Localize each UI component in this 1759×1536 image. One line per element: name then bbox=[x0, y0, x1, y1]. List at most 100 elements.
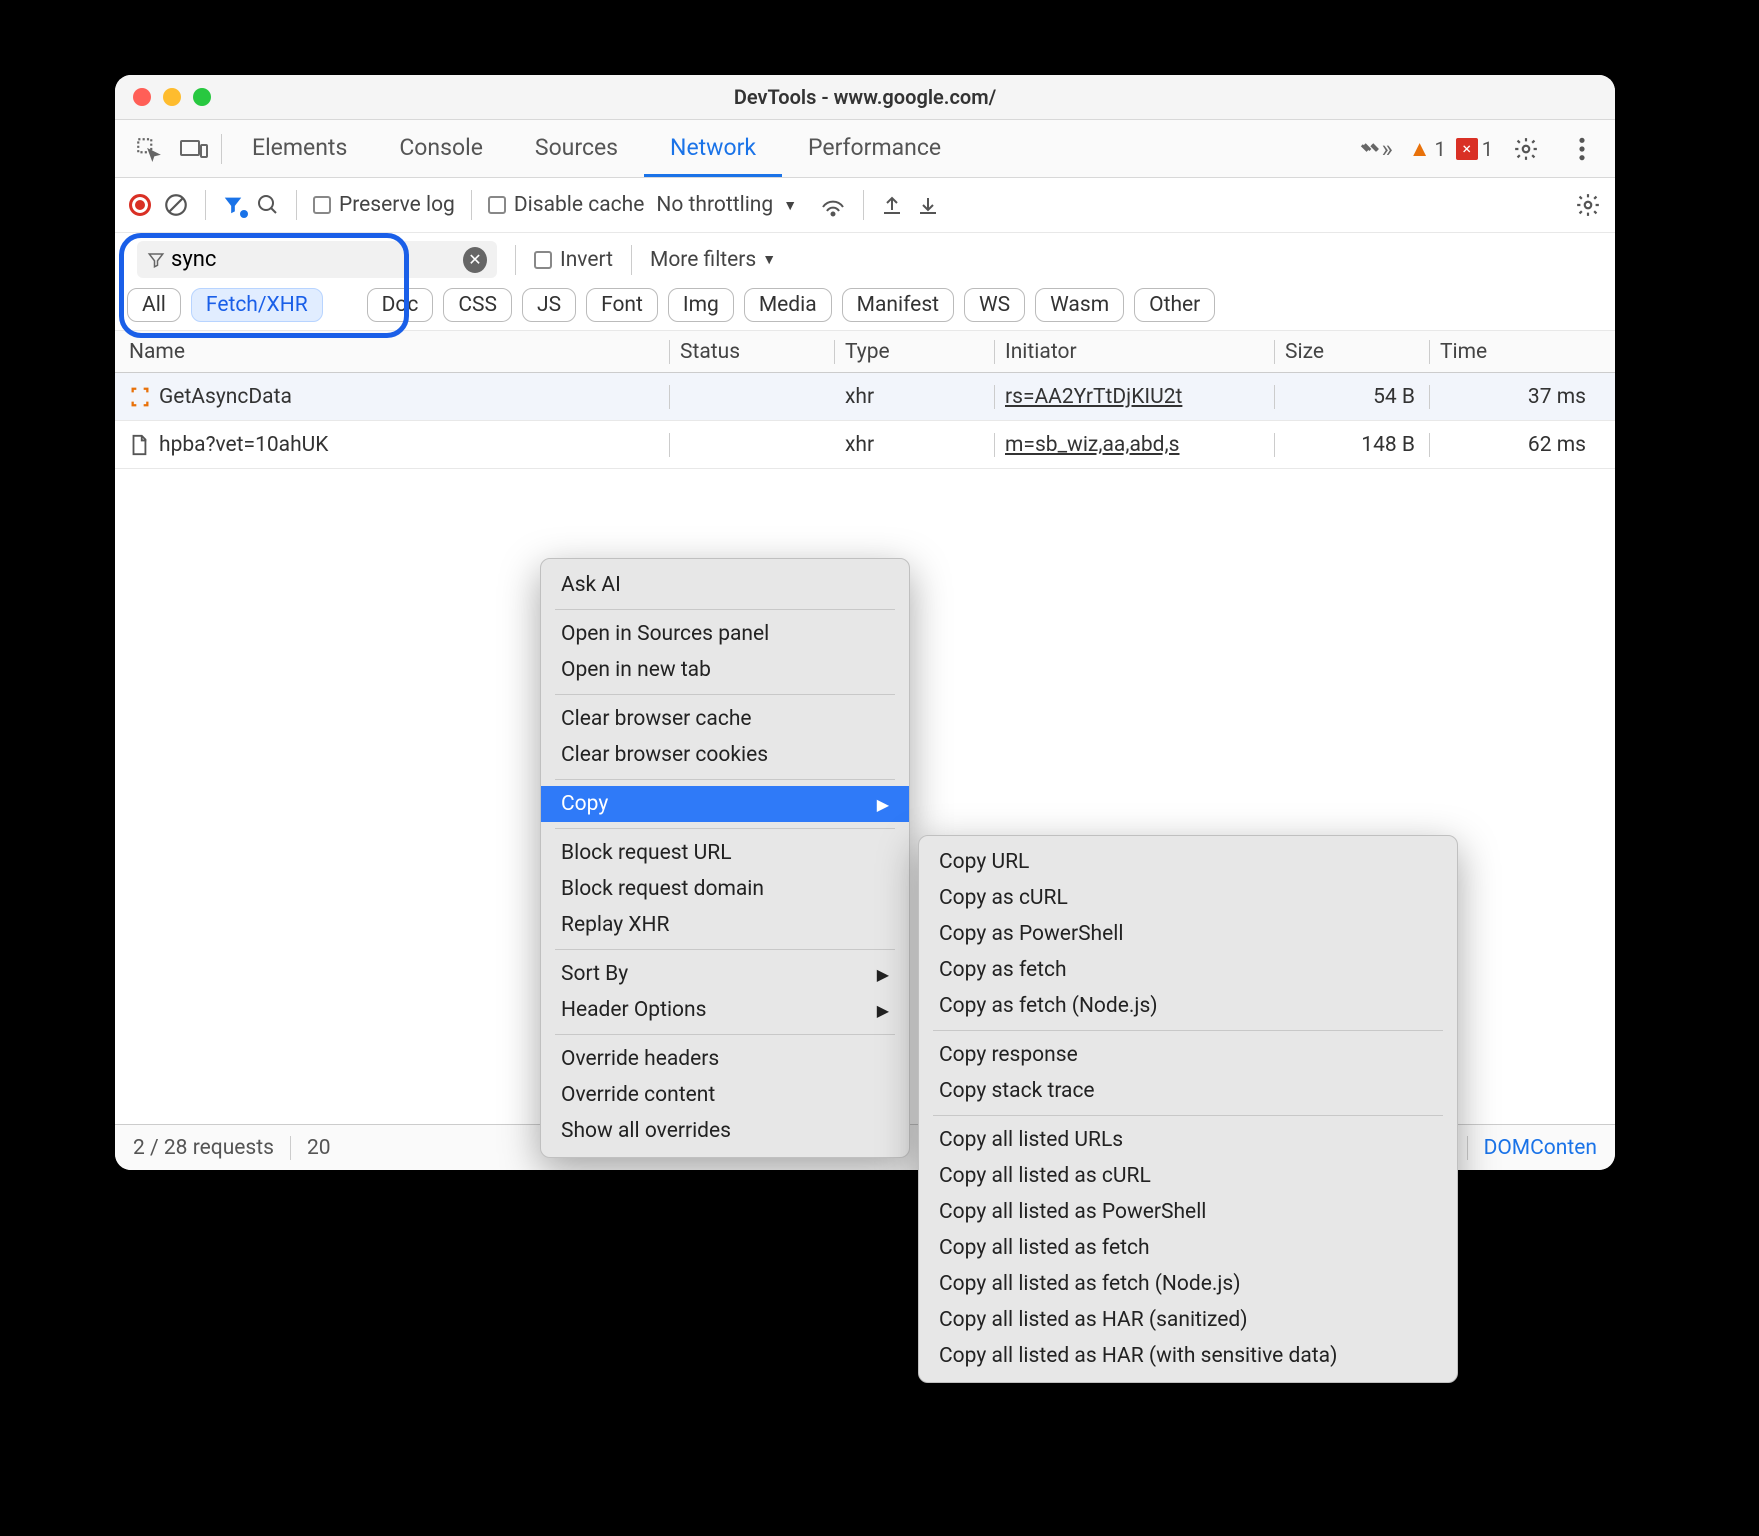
initiator-link[interactable]: rs=AA2YrTtDjKIU2t bbox=[995, 385, 1275, 409]
tab-console[interactable]: Console bbox=[373, 120, 509, 177]
menu-separator bbox=[555, 609, 895, 610]
menu-block-url[interactable]: Block request URL bbox=[541, 835, 909, 871]
menu-ask-ai[interactable]: Ask AI bbox=[541, 567, 909, 603]
warnings-badge[interactable]: ▲1 bbox=[1409, 136, 1446, 162]
submenu-item[interactable]: Copy as PowerShell bbox=[919, 916, 1457, 952]
submenu-item[interactable]: Copy all listed as cURL bbox=[919, 1158, 1457, 1194]
submenu-item[interactable]: Copy all listed as fetch bbox=[919, 1230, 1457, 1266]
titlebar: DevTools - www.google.com/ bbox=[115, 75, 1615, 120]
menu-open-new-tab[interactable]: Open in new tab bbox=[541, 652, 909, 688]
menu-show-overrides[interactable]: Show all overrides bbox=[541, 1113, 909, 1149]
separator bbox=[515, 245, 516, 275]
size-cell: 54 B bbox=[1275, 385, 1430, 409]
window-title: DevTools - www.google.com/ bbox=[115, 85, 1615, 109]
pill-img[interactable]: Img bbox=[668, 288, 734, 322]
menu-override-headers[interactable]: Override headers bbox=[541, 1041, 909, 1077]
pill-other[interactable]: Other bbox=[1134, 288, 1215, 322]
menu-separator bbox=[555, 694, 895, 695]
submenu-item[interactable]: Copy response bbox=[919, 1037, 1457, 1073]
pill-font[interactable]: Font bbox=[586, 288, 658, 322]
submenu-item[interactable]: Copy URL bbox=[919, 844, 1457, 880]
menu-override-content[interactable]: Override content bbox=[541, 1077, 909, 1113]
type-cell: xhr bbox=[835, 433, 995, 457]
menu-open-sources[interactable]: Open in Sources panel bbox=[541, 616, 909, 652]
submenu-item[interactable]: Copy all listed as HAR (sanitized) bbox=[919, 1302, 1457, 1338]
menu-clear-cache[interactable]: Clear browser cache bbox=[541, 701, 909, 737]
download-har-icon[interactable] bbox=[916, 193, 940, 217]
pill-wasm[interactable]: Wasm bbox=[1035, 288, 1124, 322]
separator bbox=[205, 190, 206, 220]
submenu-item[interactable]: Copy as fetch bbox=[919, 952, 1457, 988]
separator bbox=[1467, 1136, 1468, 1160]
network-toolbar: Preserve log Disable cache No throttling… bbox=[115, 178, 1615, 233]
table-row[interactable]: GetAsyncData xhr rs=AA2YrTtDjKIU2t 54 B … bbox=[115, 373, 1615, 421]
highlight-annotation bbox=[119, 233, 409, 338]
separator bbox=[296, 190, 297, 220]
disable-cache-checkbox[interactable]: Disable cache bbox=[488, 193, 645, 217]
search-icon[interactable] bbox=[256, 193, 280, 217]
invert-checkbox[interactable]: Invert bbox=[534, 248, 613, 272]
record-button[interactable] bbox=[129, 194, 151, 216]
tab-performance[interactable]: Performance bbox=[782, 120, 967, 177]
errors-badge[interactable]: ×1 bbox=[1456, 137, 1493, 161]
document-icon bbox=[129, 434, 151, 456]
submenu-item[interactable]: Copy all listed as HAR (with sensitive d… bbox=[919, 1338, 1457, 1374]
domcontentloaded-label: DOMConten bbox=[1484, 1136, 1597, 1160]
more-tabs-icon[interactable]: » bbox=[1359, 132, 1393, 166]
pill-manifest[interactable]: Manifest bbox=[842, 288, 954, 322]
submenu-item[interactable]: Copy all listed as PowerShell bbox=[919, 1194, 1457, 1230]
device-toggle-icon[interactable] bbox=[177, 132, 211, 166]
clear-filter-icon[interactable]: ✕ bbox=[463, 247, 487, 273]
submenu-item[interactable]: Copy as cURL bbox=[919, 880, 1457, 916]
network-conditions-icon[interactable] bbox=[819, 193, 847, 217]
table-row[interactable]: hpba?vet=10ahUK xhr m=sb_wiz,aa,abd,s 14… bbox=[115, 421, 1615, 469]
pill-js[interactable]: JS bbox=[522, 288, 576, 322]
menu-clear-cookies[interactable]: Clear browser cookies bbox=[541, 737, 909, 773]
inspect-icon[interactable] bbox=[131, 132, 165, 166]
network-settings-gear-icon[interactable] bbox=[1575, 192, 1601, 218]
tab-network[interactable]: Network bbox=[644, 120, 782, 177]
col-initiator[interactable]: Initiator bbox=[995, 340, 1275, 364]
col-status[interactable]: Status bbox=[670, 340, 835, 364]
tab-elements[interactable]: Elements bbox=[226, 120, 373, 177]
col-size[interactable]: Size bbox=[1275, 340, 1430, 364]
col-time[interactable]: Time bbox=[1430, 340, 1600, 364]
type-cell: xhr bbox=[835, 385, 995, 409]
fetch-icon bbox=[129, 386, 151, 408]
menu-separator bbox=[555, 828, 895, 829]
clear-button[interactable] bbox=[163, 192, 189, 218]
pill-css[interactable]: CSS bbox=[443, 288, 512, 322]
col-type[interactable]: Type bbox=[835, 340, 995, 364]
kebab-menu-icon[interactable] bbox=[1565, 132, 1599, 166]
menu-replay-xhr[interactable]: Replay XHR bbox=[541, 907, 909, 943]
submenu-item[interactable]: Copy stack trace bbox=[919, 1073, 1457, 1109]
transferred: 20 bbox=[307, 1136, 331, 1160]
upload-har-icon[interactable] bbox=[880, 193, 904, 217]
devtools-window: DevTools - www.google.com/ Elements Cons… bbox=[115, 75, 1615, 1170]
menu-separator bbox=[933, 1030, 1443, 1031]
menu-block-domain[interactable]: Block request domain bbox=[541, 871, 909, 907]
tab-sources[interactable]: Sources bbox=[509, 120, 644, 177]
submenu-item[interactable]: Copy all listed as fetch (Node.js) bbox=[919, 1266, 1457, 1302]
panel-tabs: Elements Console Sources Network Perform… bbox=[115, 120, 1615, 178]
time-cell: 37 ms bbox=[1430, 385, 1600, 409]
chevron-right-icon: ▶ bbox=[877, 965, 889, 984]
filter-toggle-icon[interactable] bbox=[222, 194, 244, 216]
preserve-log-checkbox[interactable]: Preserve log bbox=[313, 193, 455, 217]
separator bbox=[221, 134, 222, 164]
pill-media[interactable]: Media bbox=[744, 288, 832, 322]
menu-copy[interactable]: Copy▶ bbox=[541, 786, 909, 822]
throttling-dropdown[interactable]: No throttling▼ bbox=[656, 193, 797, 217]
submenu-item[interactable]: Copy all listed URLs bbox=[919, 1122, 1457, 1158]
initiator-link[interactable]: m=sb_wiz,aa,abd,s bbox=[995, 433, 1275, 457]
chevron-right-icon: ▶ bbox=[877, 795, 889, 814]
settings-gear-icon[interactable] bbox=[1509, 132, 1543, 166]
pill-ws[interactable]: WS bbox=[964, 288, 1025, 322]
more-filters-dropdown[interactable]: More filters ▼ bbox=[650, 248, 776, 272]
submenu-item[interactable]: Copy as fetch (Node.js) bbox=[919, 988, 1457, 1024]
col-name[interactable]: Name bbox=[115, 340, 670, 364]
separator bbox=[631, 245, 632, 275]
menu-separator bbox=[933, 1115, 1443, 1116]
menu-sort-by[interactable]: Sort By▶ bbox=[541, 956, 909, 992]
menu-header-options[interactable]: Header Options▶ bbox=[541, 992, 909, 1028]
